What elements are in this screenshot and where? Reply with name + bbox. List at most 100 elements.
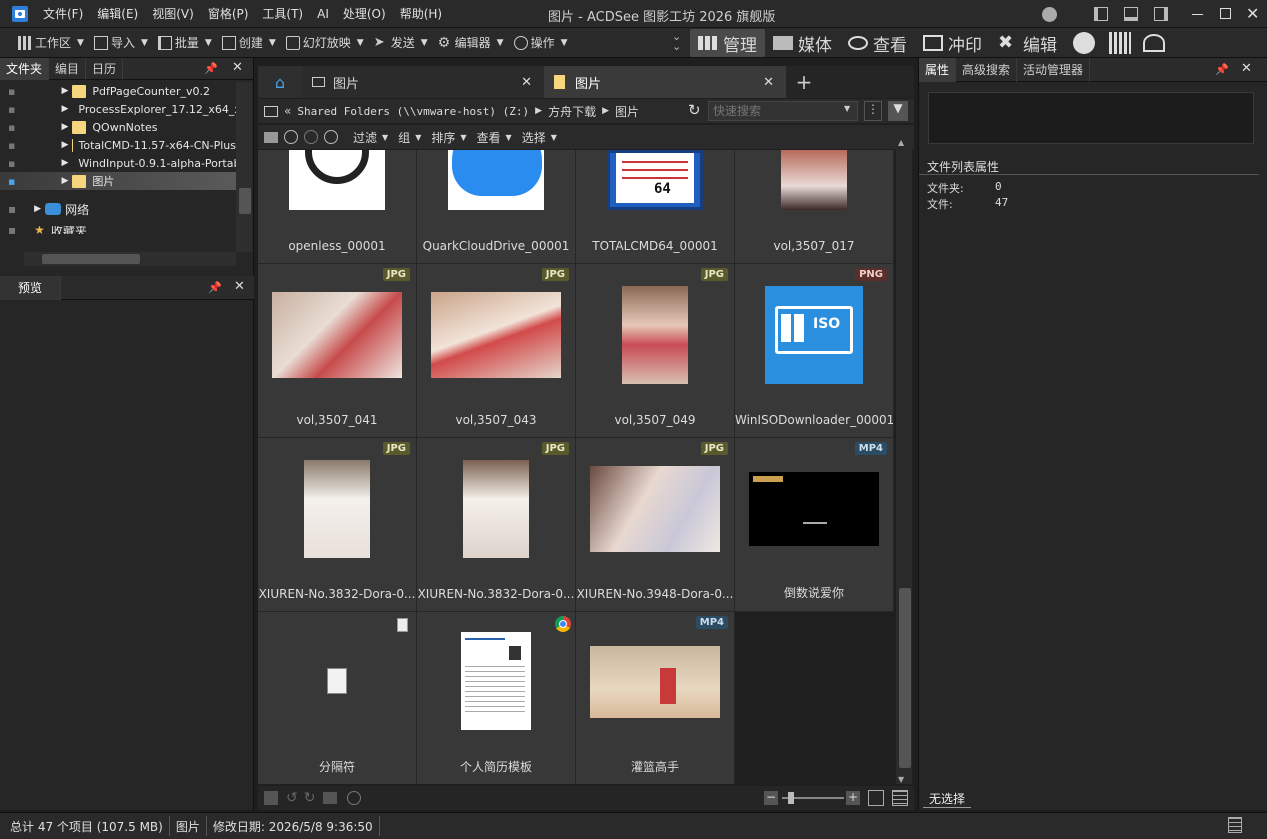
- mode-develop[interactable]: 冲印: [915, 29, 990, 57]
- overflow-chevron-icon[interactable]: ⌄ ⌄: [672, 31, 681, 52]
- layout-bottom-icon[interactable]: [1124, 7, 1138, 21]
- thumbnail-item[interactable]: MP4 倒数说爱你: [735, 438, 894, 612]
- mode-manage[interactable]: 管理: [690, 29, 765, 57]
- workspace-button[interactable]: 工作区 ▼: [0, 28, 89, 58]
- thumbnail-item[interactable]: JPG vol,3507_049: [576, 264, 735, 438]
- tab-pictures-2[interactable]: 图片 ✕: [544, 66, 786, 98]
- zoom-out-button[interactable]: −: [764, 791, 778, 805]
- stats-icon[interactable]: [1109, 32, 1131, 54]
- actions-button[interactable]: 操作 ▼: [509, 28, 573, 58]
- menu-tools[interactable]: 工具(T): [255, 0, 310, 28]
- tab-folders[interactable]: 文件夹: [0, 57, 50, 80]
- tree-item[interactable]: ▪ ▶ TotalCMD-11.57-x64-CN-Plus: [0, 136, 236, 154]
- thumbnail-item[interactable]: PNG ISO WinISODownloader_00001: [735, 264, 894, 438]
- mode-media[interactable]: 媒体: [765, 29, 840, 57]
- maximize-button[interactable]: [1220, 8, 1231, 19]
- rotate-left-icon[interactable]: ↺: [286, 790, 298, 806]
- search-dropdown-icon[interactable]: ▼: [844, 104, 850, 113]
- sort-menu[interactable]: 排序 ▼: [426, 125, 471, 149]
- tab-calendar[interactable]: 日历: [86, 57, 124, 80]
- thumbnail-item[interactable]: JPG XIUREN-No.3832-Dora-0...: [417, 438, 576, 612]
- breadcrumb-overflow[interactable]: «: [284, 104, 291, 118]
- minimize-button[interactable]: [1192, 14, 1203, 15]
- tree-vertical-scrollbar[interactable]: [236, 82, 252, 252]
- menu-ai[interactable]: AI: [310, 0, 336, 28]
- menu-pane[interactable]: 窗格(P): [201, 0, 256, 28]
- zoom-in-button[interactable]: +: [846, 791, 860, 805]
- layout-left-icon[interactable]: [1094, 7, 1108, 21]
- tree-item-favorites[interactable]: ▪ ★ 收藏夹: [0, 226, 236, 234]
- thumbnail-item[interactable]: 分隔符: [258, 612, 417, 784]
- slideshow-button[interactable]: 幻灯放映 ▼: [281, 28, 369, 58]
- tab-catalog[interactable]: 编目: [49, 57, 87, 80]
- pin-icon[interactable]: 📌: [1215, 63, 1229, 76]
- thumbnail-item[interactable]: JPG XIUREN-No.3832-Dora-0...: [258, 438, 417, 612]
- breadcrumb-arrow-icon[interactable]: ▶: [535, 106, 542, 116]
- breadcrumb-folder[interactable]: 方舟下载: [548, 103, 596, 120]
- back-icon[interactable]: [284, 130, 298, 144]
- thumbnail-item[interactable]: openless_00001: [258, 150, 417, 264]
- select-menu[interactable]: 选择 ▼: [517, 125, 562, 149]
- batch-action-icon[interactable]: [264, 791, 278, 805]
- thumbnail-item[interactable]: 64 TOTALCMD64_00001: [576, 150, 735, 264]
- breadcrumb-root[interactable]: Shared Folders (\\vmware-host) (Z:): [297, 105, 529, 118]
- tree-item[interactable]: ▪ ▶ QOwnNotes: [0, 118, 236, 136]
- batch-button[interactable]: 批量 ▼: [153, 28, 217, 58]
- menu-file[interactable]: 文件(F): [36, 0, 90, 28]
- more-options-icon[interactable]: ⋮: [864, 101, 882, 121]
- film-reel-icon[interactable]: [1073, 32, 1095, 54]
- menu-help[interactable]: 帮助(H): [393, 0, 449, 28]
- view-menu[interactable]: 查看 ▼: [472, 125, 517, 149]
- forward-icon[interactable]: [304, 130, 318, 144]
- pin-icon[interactable]: 📌: [208, 281, 222, 294]
- breadcrumb-current[interactable]: 图片: [615, 103, 639, 120]
- up-icon[interactable]: [324, 130, 338, 144]
- filter-funnel-icon[interactable]: ▼: [888, 101, 908, 121]
- close-tab-icon[interactable]: ✕: [521, 75, 532, 90]
- breadcrumb-arrow-icon[interactable]: ▶: [602, 106, 609, 116]
- close-panel-icon[interactable]: ✕: [232, 60, 243, 75]
- status-properties-icon[interactable]: [1228, 817, 1242, 833]
- tree-item-selected[interactable]: ▪ ▶ 图片: [0, 172, 236, 190]
- tree-horizontal-scrollbar[interactable]: [24, 252, 236, 266]
- tree-item-network[interactable]: ▪ ▶ 网络: [0, 200, 236, 218]
- quick-search-input[interactable]: [708, 101, 858, 121]
- close-button[interactable]: ✕: [1246, 4, 1259, 23]
- new-tab-button[interactable]: +: [786, 66, 822, 98]
- group-menu[interactable]: 组 ▼: [393, 125, 426, 149]
- rotate-right-icon[interactable]: ↻: [304, 790, 316, 806]
- create-button[interactable]: 创建 ▼: [217, 28, 281, 58]
- thumbnail-item[interactable]: JPG XIUREN-No.3948-Dora-0...: [576, 438, 735, 612]
- close-tab-icon[interactable]: ✕: [763, 75, 774, 90]
- wifi-eye-icon[interactable]: [1143, 34, 1165, 52]
- tree-item[interactable]: ▪ ▶ ProcessExplorer_17.12_x64_x: [0, 100, 236, 118]
- grid-vertical-scrollbar[interactable]: ▲ ▼: [896, 138, 912, 784]
- home-tab[interactable]: ⌂: [258, 66, 302, 98]
- thumbnail-item[interactable]: JPG vol,3507_041: [258, 264, 417, 438]
- layout-right-icon[interactable]: [1154, 7, 1168, 21]
- tree-item[interactable]: ▪ ▶ PdfPageCounter_v0.2: [0, 82, 236, 100]
- menu-edit[interactable]: 编辑(E): [90, 0, 145, 28]
- tab-properties[interactable]: 属性: [919, 57, 957, 82]
- stack-icon[interactable]: [323, 792, 338, 804]
- tab-activity-manager[interactable]: 活动管理器: [1017, 57, 1091, 82]
- thumbnail-item[interactable]: vol,3507_017: [735, 150, 894, 264]
- import-button[interactable]: 导入 ▼: [89, 28, 153, 58]
- mode-view[interactable]: 查看: [840, 29, 915, 57]
- close-panel-icon[interactable]: ✕: [234, 279, 245, 294]
- tab-preview[interactable]: 预览: [0, 275, 62, 300]
- thumbnail-size-slider[interactable]: [782, 792, 844, 804]
- editor-button[interactable]: ⚙ 编辑器 ▼: [433, 28, 509, 58]
- tab-pictures-1[interactable]: 图片 ✕: [302, 66, 544, 98]
- thumbnail-item[interactable]: 个人简历模板: [417, 612, 576, 784]
- no-selection-tab[interactable]: 无选择: [923, 790, 972, 808]
- menu-view[interactable]: 视图(V): [145, 0, 201, 28]
- image-view-icon[interactable]: [868, 790, 884, 806]
- thumbnail-item[interactable]: QuarkCloudDrive_00001: [417, 150, 576, 264]
- tab-advanced-search[interactable]: 高级搜索: [956, 57, 1018, 82]
- mode-edit[interactable]: ✖ 编辑: [990, 29, 1065, 57]
- filter-menu[interactable]: 过滤 ▼: [348, 125, 393, 149]
- folder-outline-icon[interactable]: [264, 131, 278, 143]
- list-view-icon[interactable]: [892, 790, 908, 806]
- tree-item[interactable]: ▪ ▶ WindInput-0.9.1-alpha-Portable: [0, 154, 236, 172]
